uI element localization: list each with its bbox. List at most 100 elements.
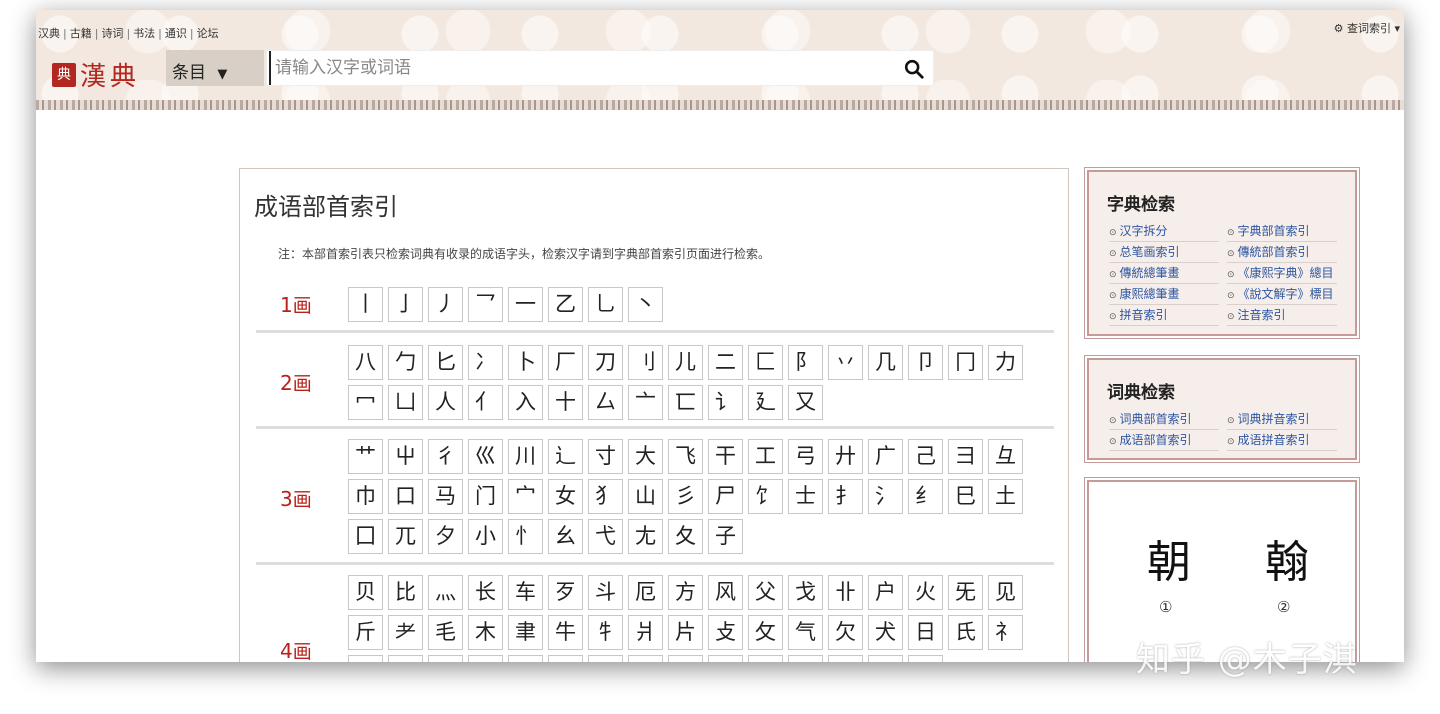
radical-cell[interactable]: 又 (788, 385, 823, 420)
radical-cell[interactable]: 毛 (428, 615, 463, 650)
radical-cell[interactable] (868, 655, 903, 662)
radical-cell[interactable]: 口 (388, 479, 423, 514)
nav-shici[interactable]: 诗词 (101, 27, 123, 40)
radical-cell[interactable]: 旡 (948, 575, 983, 610)
radical-cell[interactable]: 爿 (628, 615, 663, 650)
radical-cell[interactable]: 厂 (548, 345, 583, 380)
radical-cell[interactable] (508, 655, 543, 662)
radical-cell[interactable]: 冖 (348, 385, 383, 420)
radical-cell[interactable]: 木 (468, 615, 503, 650)
radical-cell[interactable]: 囗 (348, 519, 383, 554)
radical-cell[interactable]: 灬 (428, 575, 463, 610)
radical-cell[interactable]: 戈 (788, 575, 823, 610)
radical-cell[interactable]: 二 (708, 345, 743, 380)
radical-cell[interactable]: 牜 (588, 615, 623, 650)
radical-cell[interactable]: 刂 (628, 345, 663, 380)
radical-cell[interactable] (828, 655, 863, 662)
radical-cell[interactable]: 冂 (948, 345, 983, 380)
radical-cell[interactable]: 廴 (748, 385, 783, 420)
radical-cell[interactable]: 匚 (748, 345, 783, 380)
radical-cell[interactable]: 匸 (668, 385, 703, 420)
radical-cell[interactable]: 卩 (908, 345, 943, 380)
radical-cell[interactable]: 夂 (668, 519, 703, 554)
radical-cell[interactable]: 彳 (428, 439, 463, 474)
radical-cell[interactable]: 匕 (428, 345, 463, 380)
radical-cell[interactable]: 人 (428, 385, 463, 420)
radical-cell[interactable]: 幺 (548, 519, 583, 554)
radical-cell[interactable]: 力 (988, 345, 1023, 380)
radical-cell[interactable]: 忄 (508, 519, 543, 554)
radical-cell[interactable]: 巳 (948, 479, 983, 514)
nav-luntan[interactable]: 论坛 (197, 27, 219, 40)
radical-cell[interactable]: 乙 (548, 287, 583, 322)
radical-cell[interactable]: 广 (868, 439, 903, 474)
radical-cell[interactable] (468, 655, 503, 662)
radical-cell[interactable]: 犬 (868, 615, 903, 650)
radical-cell[interactable]: 丷 (828, 345, 863, 380)
radical-cell[interactable]: 斤 (348, 615, 383, 650)
radical-cell[interactable]: 一 (508, 287, 543, 322)
radical-cell[interactable]: 阝 (788, 345, 823, 380)
radical-cell[interactable]: 土 (988, 479, 1023, 514)
radical-cell[interactable]: 彑 (988, 439, 1023, 474)
search-input[interactable] (269, 51, 869, 85)
radical-cell[interactable] (908, 655, 943, 662)
radical-cell[interactable]: 夕 (428, 519, 463, 554)
radical-cell[interactable]: 扌 (828, 479, 863, 514)
sidebar-link[interactable]: ⊙ 词典部首索引 (1109, 409, 1219, 430)
sidebar-link[interactable]: ⊙ 《說文解字》標目 (1227, 284, 1337, 305)
radical-cell[interactable] (788, 655, 823, 662)
radical-cell[interactable]: 飞 (668, 439, 703, 474)
radical-cell[interactable]: 辶 (548, 439, 583, 474)
radical-cell[interactable]: 宀 (508, 479, 543, 514)
radical-cell[interactable]: 风 (708, 575, 743, 610)
radical-cell[interactable] (588, 655, 623, 662)
nav-tongshi[interactable]: 通识 (165, 27, 187, 40)
radical-cell[interactable]: 户 (868, 575, 903, 610)
radical-cell[interactable]: 氵 (868, 479, 903, 514)
radical-cell[interactable]: 廾 (828, 439, 863, 474)
radical-cell[interactable]: 方 (668, 575, 703, 610)
radical-cell[interactable]: 火 (908, 575, 943, 610)
radical-cell[interactable]: 工 (748, 439, 783, 474)
radical-cell[interactable]: 女 (548, 479, 583, 514)
sidebar-link[interactable]: ⊙ 字典部首索引 (1227, 221, 1337, 242)
radical-cell[interactable]: 乛 (468, 287, 503, 322)
sidebar-link[interactable]: ⊙ 词典拼音索引 (1227, 409, 1337, 430)
radical-cell[interactable]: 片 (668, 615, 703, 650)
radical-cell[interactable]: 己 (908, 439, 943, 474)
radical-cell[interactable]: 门 (468, 479, 503, 514)
sidebar-link[interactable]: ⊙ 傳統總筆畫 (1109, 263, 1219, 284)
radical-cell[interactable] (748, 655, 783, 662)
radical-cell[interactable]: 见 (988, 575, 1023, 610)
radical-cell[interactable]: 日 (908, 615, 943, 650)
radical-cell[interactable]: 乚 (588, 287, 623, 322)
radical-cell[interactable]: 几 (868, 345, 903, 380)
radical-cell[interactable]: 牛 (548, 615, 583, 650)
radical-cell[interactable]: 十 (548, 385, 583, 420)
nav-handian[interactable]: 汉典 (38, 27, 60, 40)
sidebar-link[interactable]: ⊙ 注音索引 (1227, 305, 1337, 326)
radical-cell[interactable]: 厶 (588, 385, 623, 420)
radical-cell[interactable]: 饣 (748, 479, 783, 514)
radical-cell[interactable]: 刀 (588, 345, 623, 380)
radical-cell[interactable]: 川 (508, 439, 543, 474)
radical-cell[interactable] (348, 655, 383, 662)
sidebar-link[interactable]: ⊙ 康熙總筆畫 (1109, 284, 1219, 305)
radical-cell[interactable]: 礻 (988, 615, 1023, 650)
radical-cell[interactable]: 亠 (628, 385, 663, 420)
sidebar-link[interactable]: ⊙ 成语拼音索引 (1227, 430, 1337, 451)
radical-cell[interactable]: 卜 (508, 345, 543, 380)
radical-cell[interactable]: 子 (708, 519, 743, 554)
radical-cell[interactable]: 攵 (748, 615, 783, 650)
radical-cell[interactable]: 八 (348, 345, 383, 380)
sidebar-link[interactable]: ⊙ 傳統部首索引 (1227, 242, 1337, 263)
radical-cell[interactable]: 巛 (468, 439, 503, 474)
radical-cell[interactable]: 大 (628, 439, 663, 474)
radical-cell[interactable]: 斗 (588, 575, 623, 610)
radical-cell[interactable]: 勹 (388, 345, 423, 380)
radical-cell[interactable] (668, 655, 703, 662)
radical-cell[interactable]: 攴 (708, 615, 743, 650)
radical-cell[interactable]: 兀 (388, 519, 423, 554)
radical-cell[interactable] (548, 655, 583, 662)
